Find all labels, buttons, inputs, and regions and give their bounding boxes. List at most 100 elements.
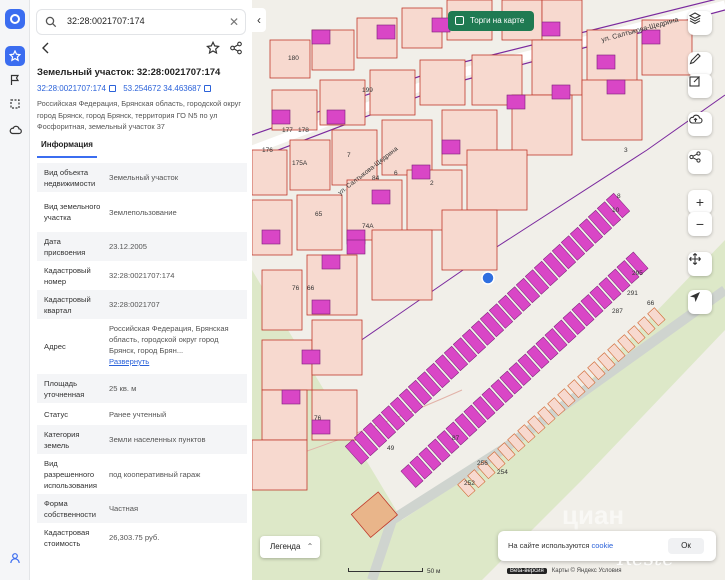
share-map-button[interactable]	[688, 150, 712, 174]
info-value: Землепользование	[109, 207, 241, 218]
tab-information[interactable]: Информация	[41, 140, 93, 149]
info-key: Вид земельного участка	[44, 202, 101, 222]
info-key: Статус	[44, 409, 69, 419]
info-value: Земельный участок	[109, 172, 241, 183]
plot-number-label: 49	[387, 445, 395, 452]
info-value-text: 25 кв. м	[109, 384, 137, 393]
info-value: под кооперативный гараж	[109, 469, 241, 480]
plot-number-label: 254	[497, 469, 508, 476]
search-box[interactable]: 32:28:0021707:174 ✕	[36, 9, 246, 35]
land-plot	[371, 229, 433, 301]
building	[596, 54, 616, 70]
cadastral-map[interactable]: 180199177 178176175А6566762847674А7638102…	[252, 0, 725, 580]
info-value: 32:28:0021707	[109, 299, 241, 310]
plot-number-label: 3	[624, 147, 628, 154]
plot-number-label: 177	[282, 127, 293, 134]
info-value-text: 32:28:0021707	[109, 300, 160, 309]
cloud-nav-icon[interactable]	[5, 120, 25, 140]
info-value-text: 26,303.75 руб.	[109, 533, 160, 542]
building	[311, 419, 331, 435]
pan-button[interactable]	[688, 252, 712, 276]
plot-number-label: 66	[307, 285, 315, 292]
info-row: Вид земельного участка Землепользование	[37, 192, 247, 232]
legend-label: Легенда	[270, 542, 301, 551]
plot-number-label: 287	[612, 308, 623, 315]
info-value-text: Земли населенных пунктов	[109, 435, 206, 444]
edit-icon	[689, 76, 700, 87]
share-icon[interactable]	[229, 41, 243, 60]
move-icon	[689, 253, 701, 265]
draw-button[interactable]	[688, 52, 712, 76]
building	[326, 109, 346, 125]
plot-number-label: 199	[362, 87, 373, 94]
beta-badge: Beta-версия	[507, 568, 547, 574]
back-icon[interactable]	[40, 41, 52, 60]
land-plot	[369, 69, 416, 116]
layers-button[interactable]	[688, 11, 712, 35]
torgi-toggle-button[interactable]: Торги на карте	[448, 11, 535, 31]
upload-button[interactable]	[688, 112, 712, 136]
search-input[interactable]: 32:28:0021707:174	[67, 16, 145, 26]
cadastral-id-link[interactable]: 32:28:0021707:174	[37, 84, 106, 93]
zoom-out-button[interactable]: −	[688, 212, 712, 236]
land-plot	[419, 59, 466, 106]
plot-number-label: 6	[394, 170, 398, 177]
copy-coords-icon[interactable]	[204, 85, 212, 92]
plot-number-label: 76	[292, 285, 300, 292]
building	[261, 229, 281, 245]
info-value-text: 23.12.2005	[109, 242, 148, 251]
info-key: Форма собственности	[44, 498, 96, 519]
land-plot	[296, 194, 343, 251]
info-key: Вид разрешенного использования	[44, 458, 97, 490]
info-value: Российская Федерация, Брянская область, …	[109, 323, 241, 367]
plot-number-label: 10	[612, 207, 620, 214]
pencil-icon	[689, 53, 701, 65]
select-area-nav-icon[interactable]	[5, 94, 25, 114]
minus-icon: −	[695, 216, 705, 232]
collapse-panel-button[interactable]: ‹	[252, 8, 266, 32]
info-row: Вид разрешенного использования под коопер…	[37, 454, 247, 494]
copy-id-icon[interactable]	[108, 85, 116, 92]
info-row: Дата присвоения 23.12.2005	[37, 232, 247, 261]
cookie-link[interactable]: cookie	[592, 541, 614, 550]
cookie-text: На сайте используются	[508, 541, 590, 550]
edit-button[interactable]	[688, 74, 712, 98]
favorites-nav-icon[interactable]	[5, 46, 25, 66]
building	[301, 349, 321, 365]
plot-number-label: 76	[314, 415, 322, 422]
info-row: Форма собственности Частная	[37, 494, 247, 523]
info-key: Категория земель	[44, 429, 80, 450]
building	[506, 94, 526, 110]
attribution-text[interactable]: Карты © Яндекс Условия	[552, 568, 622, 574]
legend-button[interactable]: Легенда ⌃	[260, 536, 320, 558]
coords-link[interactable]: 53.254672 34.463687	[123, 84, 201, 93]
flag-nav-icon[interactable]	[5, 70, 25, 90]
plot-number-label: 7	[347, 152, 351, 159]
land-plot	[441, 209, 498, 271]
info-row: Адрес Российская Федерация, Брянская обла…	[37, 319, 247, 374]
info-row: Вид объекта недвижимости Земельный участо…	[37, 163, 247, 192]
building	[541, 21, 561, 37]
info-value: 32:28:0021707:174	[109, 270, 241, 281]
info-table: Вид объекта недвижимости Земельный участо…	[37, 163, 247, 552]
favorite-star-icon[interactable]	[206, 40, 220, 60]
panel-tabs: Информация	[37, 138, 247, 158]
app-logo-icon[interactable]	[5, 9, 25, 29]
building	[311, 29, 331, 45]
building	[311, 299, 331, 315]
expand-address-link[interactable]: Развернуть	[109, 356, 241, 367]
land-plot	[261, 269, 303, 331]
panel-toolbar	[36, 40, 246, 60]
land-plot	[261, 339, 313, 391]
clear-search-icon[interactable]: ✕	[229, 15, 239, 29]
map-area[interactable]: 180 199 177 178 176 175А 65 66 7 6 2 84 76 74А 76 3 8 10 2…	[252, 0, 725, 580]
building	[321, 254, 341, 270]
zoom-in-button[interactable]: +	[688, 190, 712, 214]
info-key: Площадь уточненная	[44, 378, 85, 399]
layers-icon	[688, 12, 702, 25]
geolocate-button[interactable]	[688, 290, 712, 314]
user-profile-icon[interactable]	[5, 548, 25, 568]
land-plot	[466, 149, 528, 211]
info-value: Ранее учтенный	[109, 409, 241, 420]
left-rail	[0, 0, 30, 580]
